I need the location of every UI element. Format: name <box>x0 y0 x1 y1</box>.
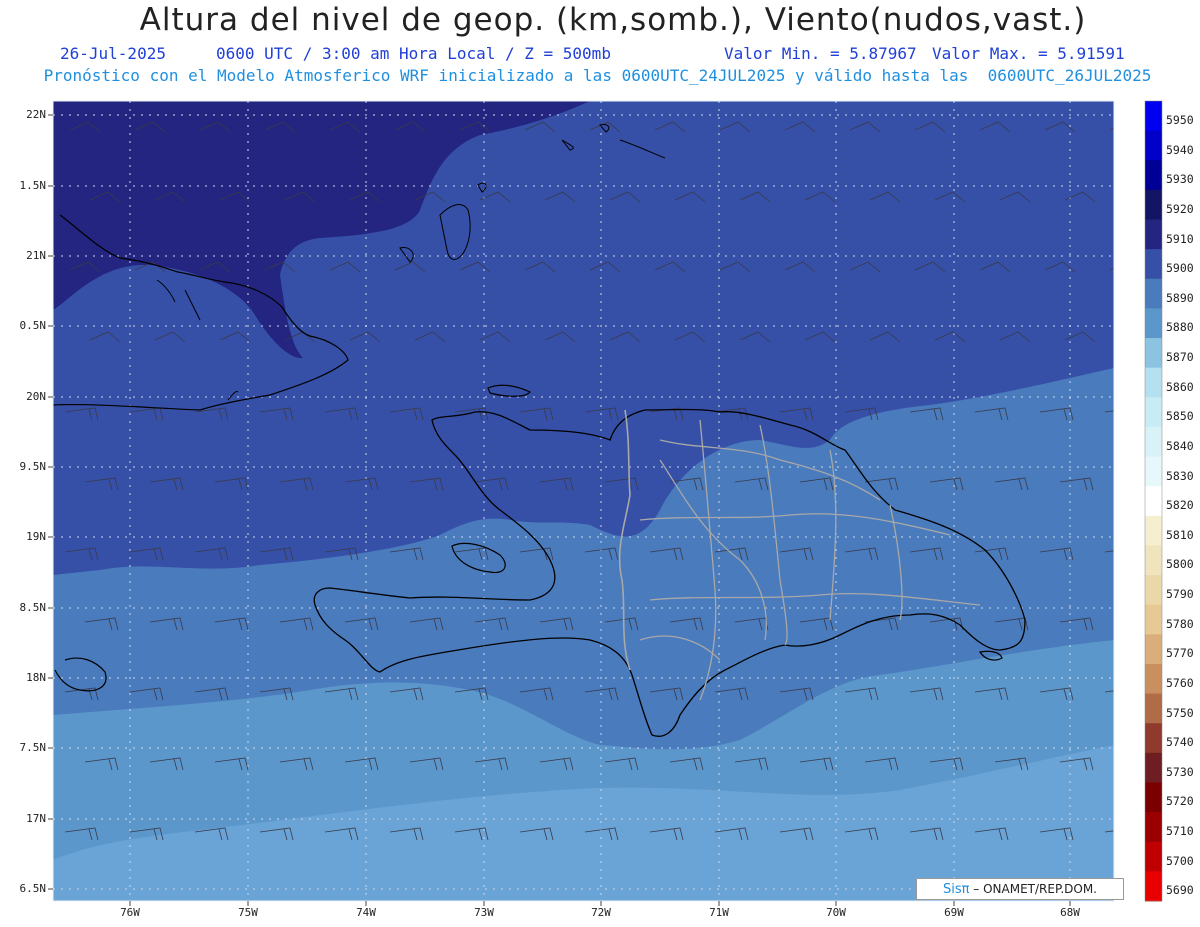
colorbar-label: 5740 <box>1166 735 1194 750</box>
colorbar-swatch <box>1145 545 1162 576</box>
map-title: Altura del nivel de geop. (km,somb.), Vi… <box>139 2 1087 38</box>
longitude-label: 72W <box>591 906 611 919</box>
colorbar-label: 5910 <box>1166 231 1194 246</box>
latitude-label: 22N <box>26 108 46 121</box>
latitude-label: 19N <box>26 530 46 543</box>
credit-text: – ONAMET/REP.DOM. <box>973 882 1097 896</box>
colorbar-swatch <box>1145 812 1162 843</box>
colorbar-swatch <box>1145 575 1162 606</box>
colorbar-swatch <box>1145 634 1162 665</box>
longitude-label: 75W <box>238 906 258 919</box>
colorbar-swatch <box>1145 426 1162 458</box>
colorbar-swatch <box>1145 515 1162 546</box>
longitude-label: 68W <box>1060 906 1080 919</box>
colorbar-swatch <box>1145 249 1162 280</box>
colorbar-swatch <box>1145 693 1162 724</box>
colorbar-swatch <box>1145 219 1162 250</box>
longitude-label: 73W <box>474 906 494 919</box>
colorbar-label: 5710 <box>1166 824 1194 839</box>
latitude-label: 7.5N <box>19 741 47 754</box>
latitude-label: 1.5N <box>19 179 47 192</box>
colorbar-label: 5700 <box>1166 853 1194 868</box>
colorbar-swatch <box>1145 367 1162 398</box>
colorbar-swatch <box>1145 841 1162 872</box>
colorbar <box>1145 101 1162 902</box>
colorbar-label: 5940 <box>1166 142 1194 157</box>
colorbar-label: 5900 <box>1166 261 1194 276</box>
colorbar-label: 5840 <box>1166 438 1194 453</box>
colorbar-swatch <box>1145 456 1162 487</box>
colorbar-label: 5760 <box>1166 675 1194 690</box>
min-value: Valor Min. = 5.87967 <box>724 44 917 63</box>
colorbar-swatch <box>1145 604 1162 635</box>
longitude-label: 76W <box>120 906 140 919</box>
longitude-label: 70W <box>826 906 846 919</box>
colorbar-swatch <box>1145 397 1162 428</box>
colorbar-label: 5730 <box>1166 764 1194 779</box>
sispi-logo: Sisπ <box>942 882 970 897</box>
colorbar-swatch <box>1145 278 1162 309</box>
colorbar-label: 5880 <box>1166 320 1194 335</box>
forecast-time: 0600 UTC / 3:00 am Hora Local / Z = 500m… <box>216 44 611 63</box>
colorbar-swatch <box>1145 752 1162 783</box>
colorbar-label: 5830 <box>1166 468 1194 483</box>
geopotential-map <box>48 100 1163 906</box>
latitude-label: 6.5N <box>19 882 47 895</box>
latitude-label: 18N <box>26 671 46 684</box>
model-info: Pronóstico con el Modelo Atmosferico WRF… <box>43 66 1152 85</box>
colorbar-label: 5790 <box>1166 587 1194 602</box>
colorbar-label: 5850 <box>1166 409 1194 424</box>
colorbar-label: 5950 <box>1166 113 1194 127</box>
latitude-label: 20N <box>26 390 46 403</box>
colorbar-swatch <box>1145 130 1162 161</box>
latitude-label: 17N <box>26 812 46 825</box>
colorbar-label: 5870 <box>1166 350 1194 365</box>
latitude-label: 8.5N <box>19 601 47 614</box>
colorbar-swatch <box>1145 308 1162 339</box>
max-value: Valor Max. = 5.91591 <box>932 44 1125 63</box>
colorbar-label: 5690 <box>1166 883 1194 898</box>
colorbar-swatch <box>1145 486 1162 517</box>
colorbar-label: 5930 <box>1166 172 1194 187</box>
colorbar-swatch <box>1145 101 1162 132</box>
colorbar-label: 5920 <box>1166 201 1194 216</box>
colorbar-swatch <box>1145 871 1162 902</box>
longitude-label: 74W <box>356 906 376 919</box>
colorbar-label: 5770 <box>1166 646 1194 661</box>
colorbar-label: 5750 <box>1166 705 1194 720</box>
colorbar-label: 5820 <box>1166 498 1194 513</box>
credit-box: Sisπ – ONAMET/REP.DOM. <box>916 878 1124 900</box>
latitude-label: 21N <box>26 249 46 262</box>
latitude-label: 9.5N <box>19 460 47 473</box>
longitude-label: 71W <box>709 906 729 919</box>
colorbar-swatch <box>1145 338 1162 369</box>
colorbar-label: 5810 <box>1166 527 1194 542</box>
colorbar-swatch <box>1145 782 1162 813</box>
forecast-date: 26-Jul-2025 <box>60 44 166 63</box>
colorbar-label: 5800 <box>1166 557 1194 572</box>
colorbar-label: 5780 <box>1166 616 1194 631</box>
colorbar-swatch <box>1145 189 1162 221</box>
colorbar-label: 5720 <box>1166 794 1194 809</box>
colorbar-label: 5860 <box>1166 379 1194 394</box>
longitude-label: 69W <box>944 906 964 919</box>
colorbar-swatch <box>1145 663 1162 695</box>
colorbar-label: 5890 <box>1166 290 1194 305</box>
colorbar-swatch <box>1145 723 1162 754</box>
colorbar-swatch <box>1145 160 1162 191</box>
latitude-label: 0.5N <box>19 319 47 332</box>
